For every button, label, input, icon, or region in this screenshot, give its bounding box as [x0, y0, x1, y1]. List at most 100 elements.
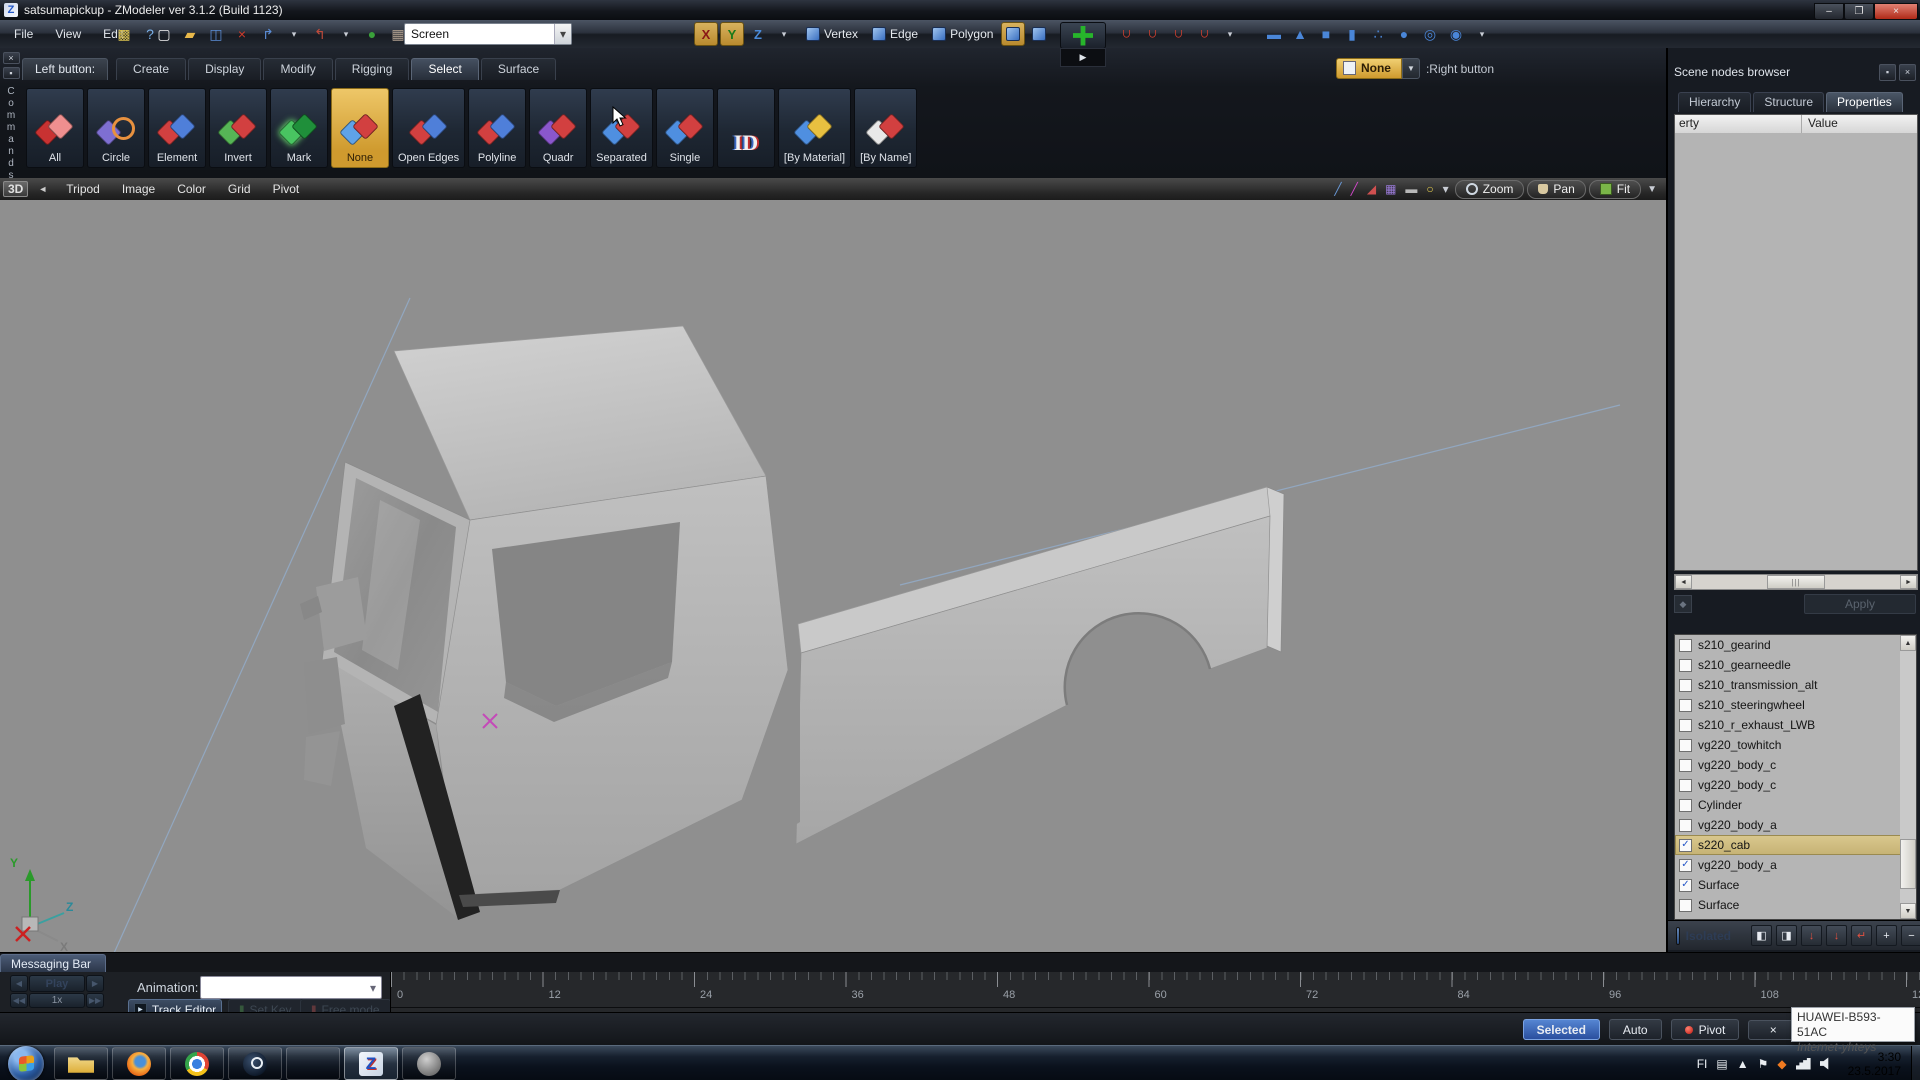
- node-checkbox[interactable]: [1679, 799, 1692, 812]
- taskbar-app-chrome[interactable]: [170, 1047, 224, 1080]
- view-mode-button[interactable]: 3D: [3, 181, 28, 197]
- import-button[interactable]: ↰: [308, 22, 332, 46]
- chevron-down-icon[interactable]: ▾: [365, 977, 381, 998]
- ribbon-button-id[interactable]: ID: [717, 88, 775, 168]
- avast-icon[interactable]: ◆: [1777, 1057, 1786, 1071]
- torus-primitive-button[interactable]: ◎: [1418, 22, 1442, 46]
- mode-vertex-button[interactable]: Vertex: [800, 23, 864, 45]
- ribbon-button-invert[interactable]: Invert: [209, 88, 267, 168]
- ribbon-button-all[interactable]: All: [26, 88, 84, 168]
- shade-mode-icon[interactable]: ◢: [1364, 182, 1379, 196]
- ribbon-button-single[interactable]: Single: [656, 88, 714, 168]
- selected-mode-button[interactable]: Selected: [1523, 1019, 1600, 1040]
- axis-dropdown-icon[interactable]: ▾: [772, 22, 796, 46]
- panel-close-icon[interactable]: ×: [1899, 64, 1916, 81]
- view-options-icon[interactable]: ▾: [1440, 182, 1452, 196]
- axis-x-button[interactable]: X: [694, 22, 718, 46]
- ribbon-button-quadr[interactable]: Quadr: [529, 88, 587, 168]
- minimize-button[interactable]: –: [1814, 3, 1844, 20]
- next-frame-button[interactable]: ▶: [86, 975, 104, 992]
- fit-button[interactable]: Fit: [1589, 180, 1641, 199]
- rewind-button[interactable]: ◀◀: [10, 993, 28, 1008]
- ribbon-button-element[interactable]: Element: [148, 88, 206, 168]
- panel-footer-icon[interactable]: ◆: [1674, 595, 1692, 613]
- scene-node-row[interactable]: s210_steeringwheel: [1675, 695, 1901, 715]
- node-checkbox[interactable]: [1679, 659, 1692, 672]
- light-icon[interactable]: ○: [1423, 182, 1436, 196]
- axis-z-button[interactable]: Z: [746, 22, 770, 46]
- right-button-dropdown-icon[interactable]: ▼: [1402, 58, 1420, 79]
- horizontal-scrollbar[interactable]: ◄ ||| ►: [1674, 574, 1918, 590]
- magnet-tool-1-button[interactable]: ∩: [1114, 22, 1138, 46]
- scene-node-row[interactable]: Surface: [1675, 895, 1901, 915]
- node-checkbox[interactable]: [1679, 739, 1692, 752]
- viewport-dropdown-icon[interactable]: ▼: [1644, 184, 1660, 195]
- timeline-ruler[interactable]: 01224364860728496108120: [390, 972, 1920, 1012]
- viewport-menu-pivot[interactable]: Pivot: [262, 182, 311, 196]
- magnet-tool-2-button[interactable]: ∩: [1140, 22, 1164, 46]
- add-node-button[interactable]: +: [1876, 925, 1897, 946]
- ribbon-button-open-edges[interactable]: Open Edges: [392, 88, 465, 168]
- ribbon-button-circle[interactable]: Circle: [87, 88, 145, 168]
- keyboard-icon[interactable]: ▤: [1716, 1057, 1727, 1071]
- screen-dropdown[interactable]: Screen ▾: [404, 23, 572, 45]
- start-button[interactable]: [8, 1046, 44, 1080]
- property-column-header[interactable]: erty: [1675, 115, 1802, 133]
- node-checkbox[interactable]: [1679, 899, 1692, 912]
- ribbon-button-by-material[interactable]: [By Material]: [778, 88, 851, 168]
- view-back-icon[interactable]: ◄: [38, 184, 47, 194]
- sphere-primitive-button[interactable]: ●: [1392, 22, 1416, 46]
- node-scroll-thumb[interactable]: [1900, 839, 1916, 889]
- node-checkbox[interactable]: [1679, 759, 1692, 772]
- auto-button[interactable]: Auto: [1609, 1019, 1662, 1040]
- list-split-button[interactable]: ◧: [1751, 925, 1772, 946]
- panel-pin-icon[interactable]: ▪: [1879, 64, 1896, 81]
- ribbon-button-none[interactable]: None: [331, 88, 389, 168]
- export-dropdown-button[interactable]: ▾: [282, 22, 306, 46]
- ribbon-button-polyline[interactable]: Polyline: [468, 88, 526, 168]
- chevron-down-icon[interactable]: ▾: [554, 24, 571, 44]
- axis-y-button[interactable]: Y: [720, 22, 744, 46]
- mode-polygon-button[interactable]: Polygon: [926, 23, 999, 45]
- ribbon-button-separated[interactable]: Separated: [590, 88, 653, 168]
- magnet-tool-3-button[interactable]: ∩: [1166, 22, 1190, 46]
- scene-node-row[interactable]: s210_transmission_alt: [1675, 675, 1901, 695]
- messaging-bar-tab[interactable]: Messaging Bar: [0, 954, 106, 973]
- new-file-button[interactable]: ▢: [152, 22, 176, 46]
- move-down-button[interactable]: ↓: [1801, 925, 1822, 946]
- pivot-button[interactable]: Pivot: [1671, 1019, 1740, 1040]
- viewport-3d[interactable]: Y Z X: [0, 200, 1666, 952]
- tab-select[interactable]: Select: [411, 58, 478, 80]
- play-button[interactable]: Play: [29, 975, 85, 992]
- transform-expander-button[interactable]: ▶: [1060, 48, 1106, 67]
- menu-file[interactable]: File: [4, 20, 43, 48]
- taskbar-app-firefox[interactable]: [112, 1047, 166, 1080]
- speed-button[interactable]: 1x: [29, 993, 85, 1008]
- box-primitive-button[interactable]: ■: [1314, 22, 1338, 46]
- import-dropdown-button[interactable]: ▾: [334, 22, 358, 46]
- render-settings-icon[interactable]: ▩: [112, 22, 136, 46]
- send-back-button[interactable]: ↵: [1851, 925, 1872, 946]
- scroll-down-icon[interactable]: ▼: [1900, 903, 1916, 919]
- scene-node-row[interactable]: s210_gearneedle: [1675, 655, 1901, 675]
- scroll-left-icon[interactable]: ◄: [1675, 575, 1692, 589]
- poly-mode-a-button[interactable]: [1001, 22, 1025, 46]
- tab-surface[interactable]: Surface: [481, 58, 556, 80]
- menu-view[interactable]: View: [45, 20, 91, 48]
- texture-toggle-icon[interactable]: ▦: [1382, 182, 1399, 196]
- tray-expand-icon[interactable]: ▲: [1737, 1057, 1749, 1071]
- material-editor-button[interactable]: ●: [360, 22, 384, 46]
- ribbon-button-by-name[interactable]: [By Name]: [854, 88, 917, 168]
- node-checkbox[interactable]: [1679, 679, 1692, 692]
- taskbar-app-calculator[interactable]: [286, 1047, 340, 1080]
- scroll-up-icon[interactable]: ▲: [1900, 635, 1916, 651]
- apply-button[interactable]: Apply: [1804, 594, 1916, 614]
- remove-node-button[interactable]: −: [1901, 925, 1920, 946]
- viewport-menu-grid[interactable]: Grid: [217, 182, 262, 196]
- animation-dropdown[interactable]: ▾: [200, 976, 382, 999]
- isolated-mode-icon[interactable]: [1676, 927, 1680, 945]
- scene-node-row[interactable]: vg220_towhitch: [1675, 735, 1901, 755]
- tab-properties[interactable]: Properties: [1826, 92, 1903, 112]
- taskbar-app-zmodeler[interactable]: Z: [344, 1047, 398, 1080]
- plane-primitive-button[interactable]: ▬: [1262, 22, 1286, 46]
